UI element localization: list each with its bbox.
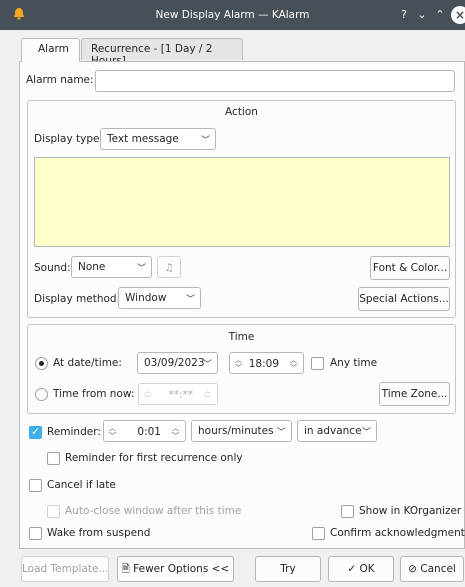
spin-up-icon[interactable]: ︿ (109, 425, 116, 432)
font-color-button[interactable]: Font & Color... (370, 256, 450, 280)
display-method-label: Display method: (34, 293, 121, 305)
sound-value: None (78, 261, 106, 273)
spin-up-icon[interactable]: ︿ (144, 388, 151, 395)
first-recurrence-checkbox[interactable] (47, 452, 60, 465)
at-datetime-label: At date/time: (53, 357, 122, 369)
spin-down-icon[interactable]: ﹀ (109, 433, 116, 440)
alarm-name-input[interactable] (95, 70, 455, 92)
time-from-now-value: **:** (168, 389, 193, 401)
spin-down-icon[interactable]: ﹀ (172, 433, 179, 440)
show-in-korganizer-label: Show in KOrganizer (359, 505, 462, 517)
wake-from-suspend-checkbox[interactable] (29, 527, 42, 540)
reminder-when-combo[interactable]: in advance ﹀ (297, 420, 377, 442)
cancel-icon: ⊘ (408, 563, 417, 575)
close-icon[interactable]: × (451, 6, 465, 24)
first-recurrence-label: Reminder for first recurrence only (65, 452, 243, 464)
checkmark-icon: ✓ (347, 563, 357, 575)
reminder-value: 0:01 (137, 426, 161, 438)
document-icon: 🗎 (121, 564, 130, 575)
display-type-value: Text message (107, 133, 179, 145)
display-type-combo[interactable]: Text message ﹀ (100, 128, 216, 150)
time-zone-button[interactable]: Time Zone... (379, 382, 450, 406)
reminder-units-value: hours/minutes (198, 425, 274, 437)
reminder-checkbox[interactable] (29, 425, 42, 439)
spin-up-icon[interactable]: ︿ (204, 388, 211, 395)
any-time-label: Any time (330, 357, 378, 369)
load-template-button[interactable]: Load Template... (21, 556, 109, 582)
at-datetime-radio[interactable] (35, 357, 48, 370)
alarm-name-label: Alarm name: (26, 74, 94, 86)
chevron-down-icon: ﹀ (136, 264, 146, 274)
time-group-title: Time (228, 331, 255, 343)
auto-close-label: Auto-close window after this time (65, 505, 242, 517)
ok-button[interactable]: ✓ OK (328, 556, 394, 582)
cancel-if-late-label: Cancel if late (47, 479, 116, 491)
confirm-ack-checkbox[interactable] (312, 527, 325, 540)
maximize-icon[interactable]: ⌃ (432, 7, 448, 23)
try-button[interactable]: Try (255, 556, 321, 582)
sound-combo[interactable]: None ﹀ (71, 256, 152, 278)
auto-close-checkbox[interactable] (47, 505, 60, 518)
chevron-down-icon: ﹀ (185, 295, 195, 305)
reminder-spinbox[interactable]: ︿ ﹀ 0:01 ︿ ﹀ (103, 420, 186, 442)
chevron-down-icon: ﹀ (200, 136, 210, 146)
spin-down-icon[interactable]: ﹀ (290, 365, 297, 372)
spin-up-icon[interactable]: ︿ (290, 357, 297, 364)
tab-alarm-label: Alarm (38, 43, 69, 55)
title-bar: New Display Alarm — KAlarm ? ⌄ ⌃ × (0, 0, 465, 30)
sound-config-button[interactable]: ♫ (157, 256, 181, 278)
spin-down-icon[interactable]: ﹀ (235, 365, 242, 372)
spin-up-icon[interactable]: ︿ (235, 357, 242, 364)
show-in-korganizer-checkbox[interactable] (341, 505, 354, 518)
date-value: 03/09/2023 (144, 357, 205, 369)
wake-from-suspend-label: Wake from suspend (47, 527, 151, 539)
tab-alarm[interactable]: Alarm (21, 38, 80, 62)
chevron-down-icon: ﹀ (202, 360, 212, 370)
date-combo[interactable]: 03/09/2023 ﹀ (137, 352, 218, 374)
minimize-icon[interactable]: ⌄ (414, 7, 430, 23)
time-value: 18:09 (248, 358, 279, 370)
spin-up-icon[interactable]: ︿ (172, 425, 179, 432)
ok-label: OK (359, 563, 375, 575)
spin-down-icon[interactable]: ﹀ (144, 396, 151, 403)
sound-label: Sound: (34, 262, 71, 274)
confirm-ack-label: Confirm acknowledgment (330, 527, 465, 539)
special-actions-button[interactable]: Special Actions... (358, 287, 450, 311)
display-method-value: Window (125, 292, 167, 304)
time-spinbox[interactable]: ︿ ﹀ 18:09 ︿ ﹀ (229, 352, 304, 374)
help-icon[interactable]: ? (396, 7, 412, 23)
cancel-if-late-checkbox[interactable] (29, 479, 42, 492)
time-from-now-radio[interactable] (35, 388, 48, 401)
fewer-options-label: Fewer Options << (133, 563, 230, 575)
display-method-combo[interactable]: Window ﹀ (118, 287, 201, 309)
reminder-when-value: in advance (304, 425, 362, 437)
music-note-icon: ♫ (164, 262, 174, 274)
chevron-down-icon: ﹀ (276, 428, 286, 438)
any-time-checkbox[interactable] (311, 357, 324, 370)
chevron-down-icon: ﹀ (361, 428, 371, 438)
message-text-edit[interactable] (34, 157, 450, 247)
action-group-title: Action (225, 106, 258, 118)
tab-recurrence[interactable]: Recurrence - [1 Day / 2 Hours] (81, 38, 243, 67)
fewer-options-button[interactable]: 🗎 Fewer Options << (117, 556, 234, 582)
time-from-now-label: Time from now: (53, 388, 135, 400)
spin-down-icon[interactable]: ﹀ (204, 396, 211, 403)
time-from-now-spinbox[interactable]: ︿ ﹀ **:** ︿ ﹀ (138, 383, 218, 405)
reminder-label: Reminder: (47, 426, 101, 438)
reminder-units-combo[interactable]: hours/minutes ﹀ (191, 420, 292, 442)
display-type-label: Display type: (34, 133, 104, 145)
cancel-button[interactable]: ⊘ Cancel (400, 556, 464, 582)
cancel-label: Cancel (420, 563, 456, 575)
